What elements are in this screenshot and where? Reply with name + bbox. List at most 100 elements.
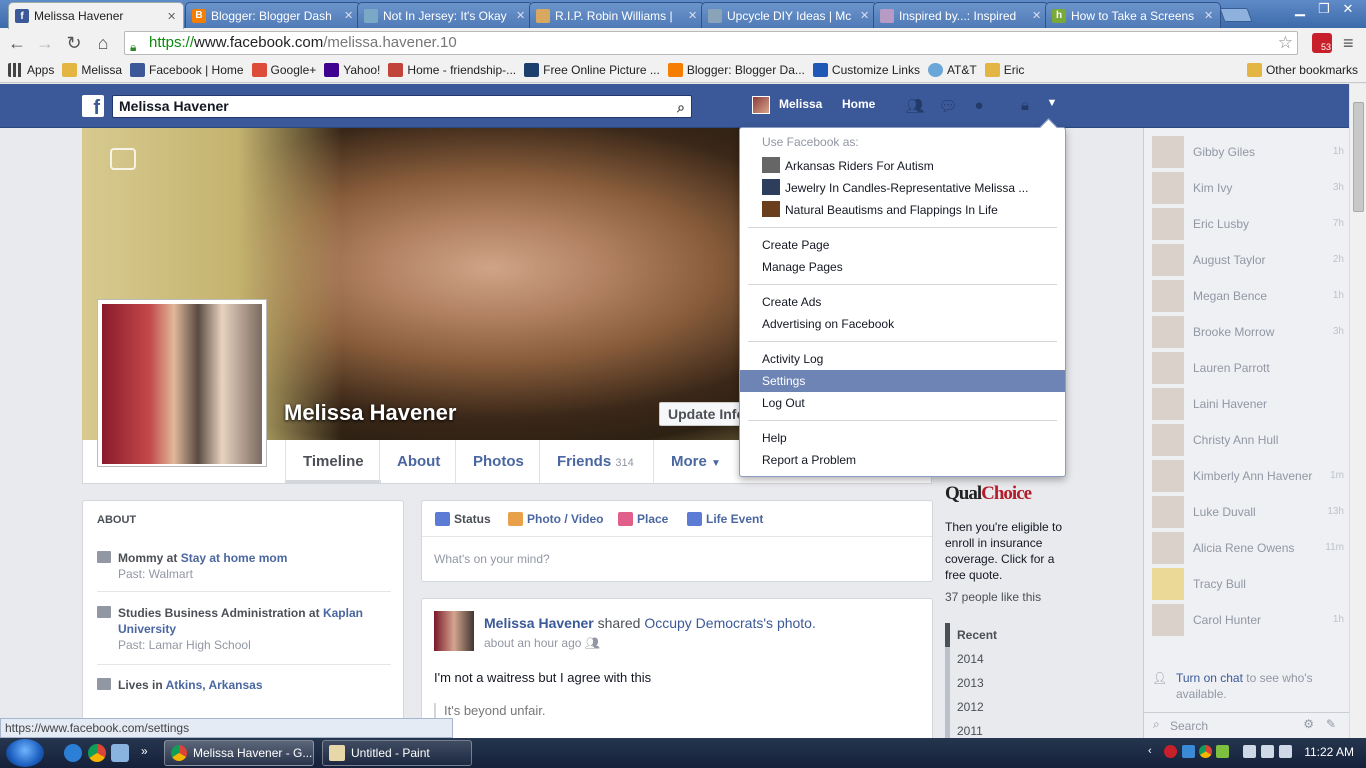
clock[interactable]: 11:22 AM [1304, 745, 1354, 759]
ad-text[interactable]: Then you're eligible to enroll in insura… [945, 519, 1070, 583]
menu-item-create-page[interactable]: Create Page [740, 234, 1065, 256]
chat-friend[interactable]: Kimberly Ann Havener 1m [1152, 460, 1344, 492]
messages-icon[interactable]: 💬︎ [938, 97, 958, 115]
taskbar-paint-window[interactable]: Untitled - Paint [322, 740, 472, 766]
bookmark-facebook[interactable]: Facebook | Home [130, 63, 244, 77]
minimize-icon[interactable]: ▁ [1288, 0, 1312, 18]
other-bookmarks[interactable]: Other bookmarks [1246, 63, 1358, 77]
menu-item-settings[interactable]: Settings [740, 370, 1065, 392]
internet-explorer-icon[interactable] [64, 744, 82, 762]
start-button[interactable] [6, 739, 44, 767]
composer-input[interactable]: What's on your mind? [434, 552, 550, 566]
chat-friend[interactable]: Lauren Parrott [1152, 352, 1344, 384]
tab-about[interactable]: About [379, 440, 457, 483]
tab-inspired-by[interactable]: Inspired by...: Inspired ✕ [873, 2, 1049, 28]
tray-flag-icon[interactable] [1243, 745, 1256, 758]
close-tab-icon[interactable]: ✕ [344, 9, 354, 22]
account-menu-chevron-icon[interactable]: ▼ [1042, 97, 1062, 115]
volume-icon[interactable] [1279, 745, 1292, 758]
tab-not-in-jersey[interactable]: Not In Jersey: It's Okay ✕ [357, 2, 533, 28]
menu-item-advertising[interactable]: Advertising on Facebook [740, 313, 1065, 335]
tab-how-to-screenshot[interactable]: h How to Take a Screens ✕ [1045, 2, 1221, 28]
friend-requests-icon[interactable]: 👥︎ [905, 97, 925, 115]
bookmark-melissa[interactable]: Melissa [62, 63, 122, 77]
audience-friends-icon[interactable]: 👥︎ [585, 636, 600, 650]
tab-friends[interactable]: Friends 314 [539, 440, 651, 483]
chat-friend[interactable]: Tracy Bull [1152, 568, 1344, 600]
tab-timeline[interactable]: Timeline [285, 440, 381, 483]
composer-tab-place[interactable]: Place [618, 512, 668, 526]
bookmark-customize-links[interactable]: Customize Links [812, 63, 920, 77]
new-tab-button[interactable] [1219, 8, 1253, 22]
chat-friend[interactable]: August Taylor 2h [1152, 244, 1344, 276]
menu-icon[interactable]: ≡ [1343, 33, 1354, 54]
menu-item-page[interactable]: Natural Beautisms and Flappings In Life [740, 199, 1065, 221]
chat-friend[interactable]: Christy Ann Hull [1152, 424, 1344, 456]
bookmark-friendship[interactable]: Home - friendship-... [388, 63, 516, 77]
compose-icon[interactable]: ✎ [1326, 717, 1336, 731]
chat-friend[interactable]: Eric Lusby 7h [1152, 208, 1344, 240]
chat-friend[interactable]: Alicia Rene Owens 11m [1152, 532, 1344, 564]
bookmark-picture[interactable]: Free Online Picture ... [524, 63, 660, 77]
chat-friend[interactable]: Brooke Morrow 3h [1152, 316, 1344, 348]
chat-friend[interactable]: Kim Ivy 3h [1152, 172, 1344, 204]
reload-icon[interactable]: ↻ [63, 32, 85, 54]
profile-picture[interactable] [97, 299, 267, 467]
camera-icon[interactable] [110, 148, 136, 170]
tray-expand-icon[interactable]: ‹ [1148, 745, 1152, 757]
menu-item-page[interactable]: Jewelry In Candles-Representative Meliss… [740, 177, 1065, 199]
search-input[interactable]: Melissa Havener ⌕ [112, 95, 692, 118]
chat-friend[interactable]: Gibby Giles 1h [1152, 136, 1344, 168]
bookmark-blogger[interactable]: Blogger: Blogger Da... [667, 63, 805, 77]
close-tab-icon[interactable]: ✕ [860, 9, 870, 22]
privacy-lock-icon[interactable]: 🔒︎ [1015, 97, 1035, 115]
menu-item-help[interactable]: Help [740, 427, 1065, 449]
close-tab-icon[interactable]: ✕ [688, 9, 698, 22]
year-2013[interactable]: 2013 [950, 671, 1095, 695]
tab-more[interactable]: More ▼ [653, 440, 738, 483]
gear-icon[interactable]: ⚙ [1303, 717, 1314, 731]
close-tab-icon[interactable]: ✕ [516, 9, 526, 22]
bookmark-apps[interactable]: Apps [8, 63, 54, 77]
chat-friend[interactable]: Megan Bence 1h [1152, 280, 1344, 312]
search-icon[interactable]: ⌕ [677, 97, 685, 118]
page-scrollbar[interactable] [1349, 84, 1366, 740]
explorer-icon[interactable] [111, 744, 129, 762]
year-recent[interactable]: Recent [945, 623, 1095, 647]
tray-icon[interactable] [1164, 745, 1177, 758]
profile-name[interactable]: Melissa Havener [284, 400, 456, 426]
extension-badge[interactable]: 53 [1312, 33, 1332, 53]
address-bar[interactable]: 🔒︎ https://www.facebook.com/melissa.have… [124, 31, 1298, 55]
tab-melissa-havener[interactable]: f Melissa Havener ✕ [8, 2, 184, 29]
tray-chrome-icon[interactable] [1199, 745, 1212, 758]
forward-icon[interactable]: → [34, 32, 56, 54]
chat-friend[interactable]: Luke Duvall 13h [1152, 496, 1344, 528]
tray-icon[interactable] [1216, 745, 1229, 758]
year-2014[interactable]: 2014 [950, 647, 1095, 671]
bookmark-star-icon[interactable]: ☆ [1278, 32, 1293, 54]
bookmark-eric[interactable]: Eric [984, 63, 1024, 77]
bookmark-yahoo[interactable]: Yahoo! [324, 63, 380, 77]
more-icon[interactable]: » [141, 744, 148, 758]
composer-tab-life-event[interactable]: Life Event [687, 512, 763, 526]
menu-item-log-out[interactable]: Log Out [740, 392, 1065, 414]
composer-tab-photo[interactable]: Photo / Video [508, 512, 603, 526]
profile-link[interactable]: Melissa [779, 97, 822, 111]
network-icon[interactable] [1261, 745, 1274, 758]
qualchoice-logo[interactable]: QualChoice [945, 483, 1045, 511]
tab-robin-williams[interactable]: R.I.P. Robin Williams | ✕ [529, 2, 705, 28]
menu-item-manage-pages[interactable]: Manage Pages [740, 256, 1065, 278]
back-icon[interactable]: ← [6, 32, 28, 54]
notifications-globe-icon[interactable]: ● [969, 97, 989, 115]
close-tab-icon[interactable]: ✕ [167, 10, 177, 23]
bookmark-att[interactable]: AT&T [927, 63, 977, 77]
tab-upcycle[interactable]: Upcycle DIY Ideas | Mc ✕ [701, 2, 877, 28]
taskbar-chrome-window[interactable]: Melissa Havener - G... [164, 740, 314, 766]
menu-item-report-problem[interactable]: Report a Problem [740, 449, 1065, 471]
menu-item-page[interactable]: Arkansas Riders For Autism [740, 155, 1065, 177]
close-window-icon[interactable]: ✕ [1336, 0, 1360, 18]
facebook-logo-icon[interactable]: f [82, 95, 104, 119]
scrollbar-thumb[interactable] [1353, 102, 1364, 212]
close-tab-icon[interactable]: ✕ [1032, 9, 1042, 22]
chrome-icon[interactable] [88, 744, 106, 762]
